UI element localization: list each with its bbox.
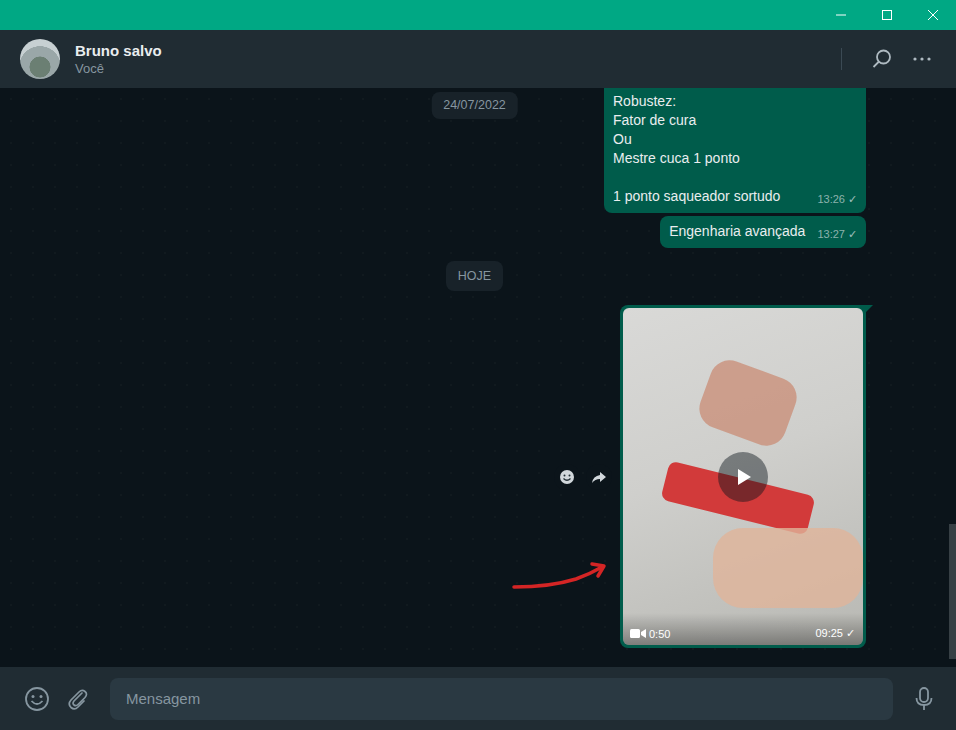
paperclip-icon <box>66 687 90 711</box>
message-meta: 09:25 ✓ <box>815 627 855 640</box>
sent-tick-icon: ✓ <box>848 193 857 205</box>
video-duration: 0:50 <box>630 628 670 640</box>
scrollbar[interactable] <box>949 88 956 667</box>
scrollbar-thumb[interactable] <box>949 524 956 659</box>
play-icon <box>733 467 753 487</box>
sticky-date: 24/07/2022 <box>431 92 518 119</box>
sent-tick-icon: ✓ <box>846 627 855 639</box>
minimize-icon <box>835 9 847 21</box>
contact-avatar[interactable] <box>20 39 60 79</box>
forward-icon <box>591 469 607 485</box>
contact-status: Você <box>75 61 841 76</box>
message-text: Engenharia avançada <box>669 223 805 239</box>
message-actions <box>554 464 612 490</box>
chat-area: 24/07/2022 Robustez: Fator de cura Ou Mes… <box>0 88 956 667</box>
close-button[interactable] <box>910 0 956 30</box>
message-meta: 13:26 ✓ <box>817 192 857 207</box>
sent-tick-icon: ✓ <box>848 228 857 240</box>
emoji-icon <box>24 686 50 712</box>
header-divider <box>841 48 842 70</box>
video-bubble[interactable]: 0:50 09:25 ✓ <box>620 305 866 648</box>
contact-info[interactable]: Bruno salvo Você <box>75 42 841 76</box>
video-meta: 0:50 09:25 ✓ <box>623 613 863 645</box>
maximize-button[interactable] <box>864 0 910 30</box>
contact-name: Bruno salvo <box>75 42 841 59</box>
maximize-icon <box>881 9 893 21</box>
attach-button[interactable] <box>58 679 98 719</box>
video-message[interactable]: 0:50 09:25 ✓ <box>620 305 866 648</box>
title-bar <box>0 0 956 30</box>
search-icon <box>871 48 893 70</box>
video-thumbnail[interactable]: 0:50 09:25 ✓ <box>623 308 863 645</box>
message-meta: 13:27 ✓ <box>817 227 857 242</box>
voice-button[interactable] <box>904 679 944 719</box>
message-bubble[interactable]: Engenharia avançada 13:27 ✓ <box>660 216 866 248</box>
emoji-icon <box>559 469 575 485</box>
video-camera-icon <box>630 628 646 639</box>
more-button[interactable] <box>902 39 942 79</box>
message-list: 24/07/2022 Robustez: Fator de cura Ou Mes… <box>0 88 949 667</box>
annotation-arrow-icon <box>510 559 610 595</box>
react-button[interactable] <box>554 464 580 490</box>
whatsapp-window: Bruno salvo Você 24/07/2022 Robustez: Fator… <box>0 0 956 730</box>
date-separator: HOJE <box>446 261 503 291</box>
search-button[interactable] <box>862 39 902 79</box>
message-text: Robustez: Fator de cura Ou Mestre cuca 1… <box>613 93 780 204</box>
composer-bar <box>0 667 956 730</box>
microphone-icon <box>914 687 934 711</box>
play-button[interactable] <box>718 452 768 502</box>
message-bubble[interactable]: Robustez: Fator de cura Ou Mestre cuca 1… <box>604 88 866 213</box>
emoji-button[interactable] <box>17 679 57 719</box>
chat-header[interactable]: Bruno salvo Você <box>0 30 956 88</box>
more-icon <box>911 48 933 70</box>
message-input[interactable] <box>110 678 893 720</box>
minimize-button[interactable] <box>818 0 864 30</box>
forward-button[interactable] <box>586 464 612 490</box>
close-icon <box>927 9 939 21</box>
